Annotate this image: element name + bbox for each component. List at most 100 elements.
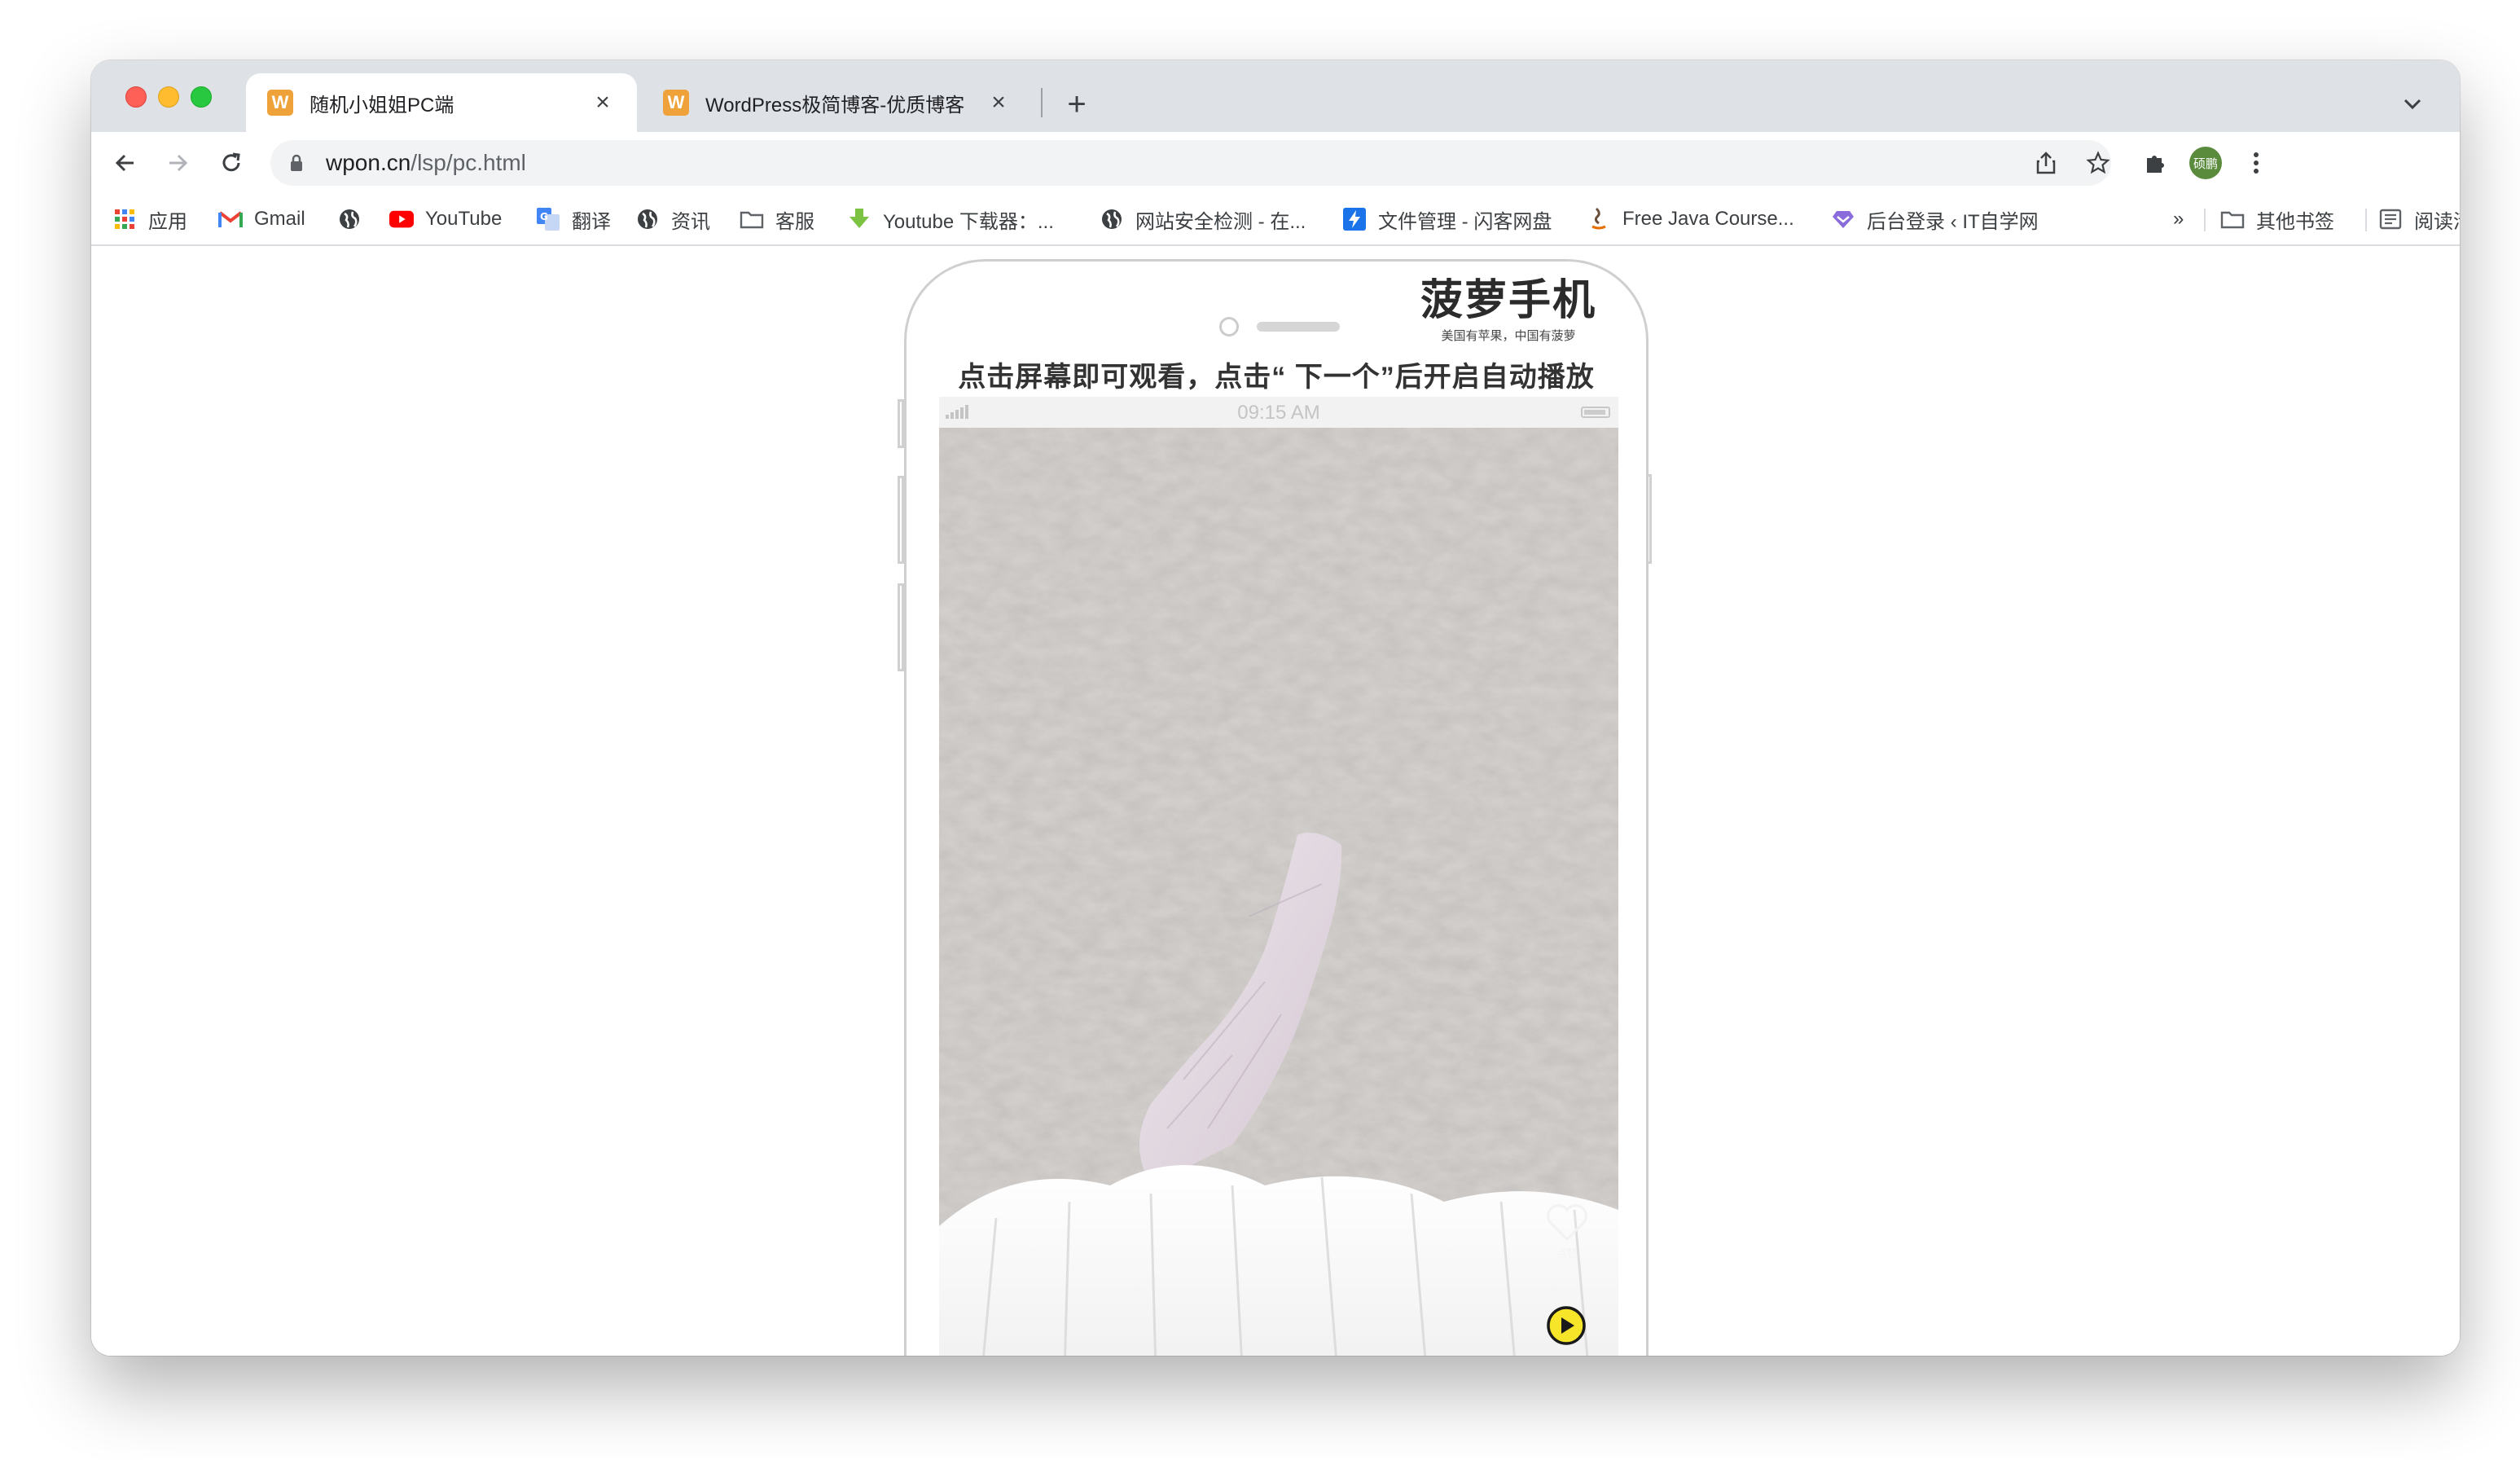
close-window-button[interactable] <box>125 86 147 108</box>
video-player[interactable]: 点赞 <box>939 428 1618 1356</box>
tab-title: 随机小姐姐PC端 <box>310 94 454 117</box>
tab-separator <box>1041 88 1043 117</box>
bookmark-globe[interactable] <box>337 204 373 235</box>
brand-logo: 菠萝手机 美国有苹果，中国有菠萝 <box>1415 276 1602 344</box>
bookmark-label: Free Java Course... <box>1622 208 1794 230</box>
play-icon <box>1547 1306 1586 1345</box>
browser-window: W 随机小姐姐PC端 × W WordPress极简博客-优质博客 × + wp… <box>91 60 2460 1356</box>
download-icon <box>847 207 871 231</box>
toolbar: wpon.cn/lsp/pc.html 硕鹏 <box>91 132 2460 194</box>
heart-gem-icon <box>1831 207 1855 231</box>
tab-title: WordPress极简博客-优质博客 <box>705 94 965 117</box>
page-content: 菠萝手机 美国有苹果，中国有菠萝 点击屏幕即可观看，点击“ 下一个”后开启自动播… <box>91 246 2460 1356</box>
profile-avatar-button[interactable]: 硕鹏 <box>2184 142 2227 184</box>
heart-icon <box>1547 1204 1587 1242</box>
battery-icon <box>1581 407 1610 418</box>
bookmark-security-check[interactable]: 网站安全检测 - 在... <box>1100 204 1306 235</box>
url-host: wpon.cn <box>326 150 411 175</box>
globe-icon <box>1100 207 1124 231</box>
overflow-chevron-icon: » <box>2173 208 2184 230</box>
back-arrow-icon <box>115 154 134 172</box>
new-tab-button[interactable]: + <box>1054 81 1100 127</box>
svg-text:G: G <box>540 211 548 222</box>
bookmark-folder-support[interactable]: 客服 <box>740 204 814 235</box>
lightning-icon <box>1342 207 1367 231</box>
tab-strip: W 随机小姐姐PC端 × W WordPress极简博客-优质博客 × + <box>91 60 2460 132</box>
like-label: 点赞 <box>1556 1247 1578 1260</box>
bookmark-admin-login[interactable]: 后台登录 ‹ IT自学网 <box>1831 204 2039 235</box>
video-frame <box>939 428 1618 1356</box>
bookmark-news[interactable]: 资讯 <box>635 204 710 235</box>
url-path: /lsp/pc.html <box>410 150 526 175</box>
apps-grid-icon <box>112 207 137 231</box>
bookmark-youtube[interactable]: YouTube <box>389 204 502 235</box>
site-favicon-icon: W <box>663 90 689 116</box>
bookmarks-overflow-button[interactable]: » <box>2173 204 2184 235</box>
bookmark-separator <box>2365 209 2367 231</box>
bookmark-label: 其他书签 <box>2256 210 2334 233</box>
java-icon <box>1587 207 1611 231</box>
like-button[interactable]: 点赞 <box>1543 1203 1591 1260</box>
brand-name: 菠萝手机 <box>1420 277 1596 324</box>
reading-list-button[interactable]: 阅读清单 <box>2378 204 2460 235</box>
bookmark-youtube-downloader[interactable]: Youtube 下载器：... <box>847 204 1054 235</box>
bookmark-label: 阅读清单 <box>2414 210 2460 233</box>
tab-active[interactable]: W 随机小姐姐PC端 × <box>246 73 637 132</box>
fullscreen-window-button[interactable] <box>191 86 212 108</box>
reading-list-icon <box>2378 207 2403 231</box>
phone-camera <box>1219 317 1239 336</box>
bookmark-file-manager[interactable]: 文件管理 - 闪客网盘 <box>1342 204 1552 235</box>
share-icon[interactable] <box>2028 145 2064 181</box>
back-button[interactable] <box>104 142 147 184</box>
translate-icon: G <box>536 207 560 231</box>
bookmark-label: 资讯 <box>671 210 710 233</box>
bookmark-label: 翻译 <box>572 210 611 233</box>
globe-icon <box>337 207 362 231</box>
forward-button[interactable] <box>156 142 199 184</box>
folder-icon <box>740 207 764 231</box>
close-tab-icon[interactable]: × <box>590 89 616 117</box>
site-favicon-icon: W <box>267 90 293 116</box>
menu-kebab-icon[interactable] <box>2235 142 2277 184</box>
phone-status-bar: 09:15 AM <box>939 397 1618 428</box>
play-hint-text: 点击屏幕即可观看，点击“ 下一个”后开启自动播放 <box>958 362 1595 393</box>
phone-mute-switch <box>898 399 904 448</box>
reload-button[interactable] <box>210 142 252 184</box>
bookmark-star-icon[interactable] <box>2080 145 2116 181</box>
tab-inactive[interactable]: W WordPress极简博客-优质博客 × <box>642 73 1033 132</box>
bookmark-translate[interactable]: G 翻译 <box>536 204 611 235</box>
bookmark-separator <box>2204 209 2206 231</box>
phone-speaker <box>1257 322 1340 332</box>
other-bookmarks-folder[interactable]: 其他书签 <box>2220 204 2334 235</box>
reload-icon <box>222 152 240 172</box>
phone-volume-down-button <box>898 583 904 671</box>
brand-slogan: 美国有苹果，中国有菠萝 <box>1441 329 1576 343</box>
globe-icon <box>635 207 660 231</box>
bookmark-gmail[interactable]: Gmail <box>218 204 305 235</box>
tab-search-chevron-icon[interactable] <box>2390 81 2435 127</box>
bookmark-label: 客服 <box>775 210 814 233</box>
close-tab-icon[interactable]: × <box>986 89 1012 117</box>
bookmark-label: Gmail <box>254 208 305 230</box>
bookmark-label: 文件管理 - 闪客网盘 <box>1378 210 1552 233</box>
forward-arrow-icon <box>169 154 188 172</box>
bookmark-label: 应用 <box>148 210 187 233</box>
bookmark-java-course[interactable]: Free Java Course... <box>1587 204 1794 235</box>
bookmark-apps[interactable]: 应用 <box>112 204 187 235</box>
bookmark-label: 后台登录 ‹ IT自学网 <box>1867 210 2039 233</box>
bookmark-label: 网站安全检测 - 在... <box>1135 210 1306 233</box>
address-bar[interactable]: wpon.cn/lsp/pc.html <box>270 140 2111 186</box>
youtube-icon <box>389 207 414 231</box>
lock-icon <box>291 154 302 171</box>
bookmark-label: Youtube 下载器：... <box>883 210 1054 233</box>
bookmarks-bar: 应用 Gmail YouTube G 翻译 资讯 客服 Youtube 下载器：… <box>91 194 2460 246</box>
extensions-puzzle-icon[interactable] <box>2134 142 2176 184</box>
phone-frame: 菠萝手机 美国有苹果，中国有菠萝 点击屏幕即可观看，点击“ 下一个”后开启自动播… <box>904 259 1649 1356</box>
minimize-window-button[interactable] <box>158 86 179 108</box>
status-time: 09:15 AM <box>1237 402 1320 424</box>
bookmark-label: YouTube <box>425 208 503 230</box>
folder-icon <box>2220 207 2245 231</box>
play-next-button[interactable] <box>1545 1304 1587 1351</box>
gmail-icon <box>218 207 243 231</box>
avatar: 硕鹏 <box>2189 147 2222 179</box>
